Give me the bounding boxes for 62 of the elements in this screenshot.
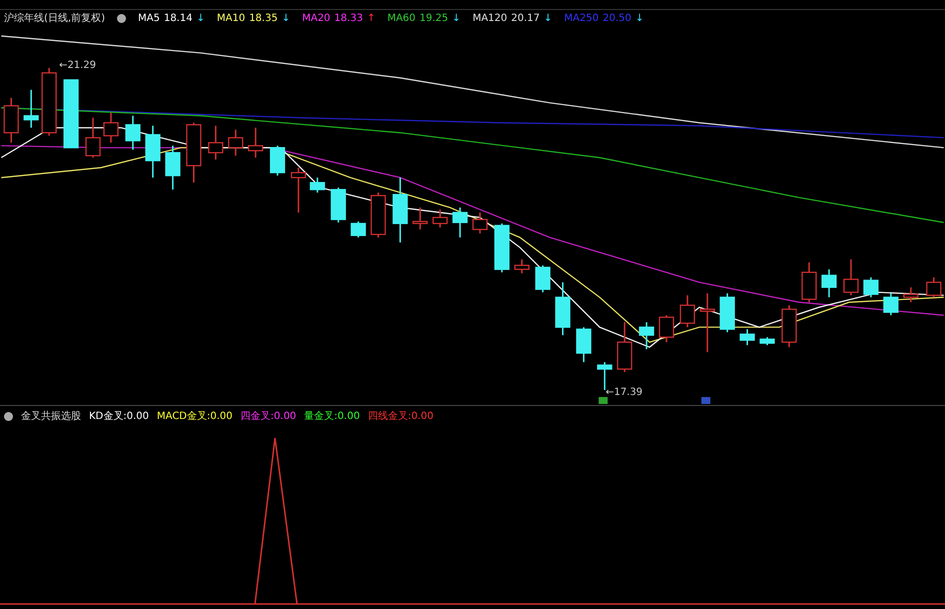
candlestick	[165, 146, 180, 190]
candlestick	[310, 178, 325, 193]
ma-legend-item: MA5 18.14 ↓	[138, 12, 205, 26]
candlestick	[392, 178, 408, 242]
candlestick	[680, 295, 696, 328]
candlestick	[350, 221, 366, 238]
candlestick	[535, 265, 550, 292]
candlestick	[883, 293, 898, 316]
candlestick	[638, 322, 654, 350]
settings-icon[interactable]	[4, 412, 13, 420]
indicator-legend-item: 四金叉:0.00	[240, 410, 296, 424]
indicator-legend-item: 四线金叉:0.00	[368, 410, 434, 424]
candlestick	[85, 118, 101, 158]
candlestick	[103, 112, 119, 143]
candlestick	[24, 90, 39, 128]
indicator-legend-item: 量金叉:0.00	[304, 410, 360, 424]
candlestick	[125, 116, 140, 150]
high-price-label: ←21.29	[59, 60, 96, 71]
candlestick	[903, 287, 918, 302]
candlestick	[208, 126, 224, 160]
candlestick	[494, 223, 510, 272]
candlestick	[145, 126, 160, 178]
candlestick	[863, 277, 879, 298]
candlestick	[740, 329, 755, 346]
candlestick	[42, 68, 57, 136]
candlestick	[248, 128, 264, 158]
candlestick	[432, 210, 448, 228]
candlestick	[228, 130, 244, 156]
ma-legend-item: MA250 20.50 ↓	[564, 12, 644, 26]
ma-legend-item: MA120 20.17 ↓	[472, 12, 552, 26]
candlestick	[617, 322, 632, 372]
ma-legend-item: MA60 19.25 ↓	[387, 12, 461, 26]
ma-legend-item: MA20 18.33 ↑	[302, 12, 376, 26]
chart-title: 沪综年线(日线,前复权)	[4, 12, 105, 26]
candlestick	[330, 188, 346, 222]
candlestick	[658, 315, 674, 342]
candlestick	[802, 262, 817, 302]
candlestick	[555, 282, 570, 336]
indicator-title: 金叉共振选股	[21, 410, 81, 424]
candlestick	[452, 208, 468, 238]
indicator-legend-item: MACD金叉:0.00	[156, 410, 233, 424]
candlestick	[290, 168, 306, 212]
candlestick	[926, 277, 942, 298]
candlestick	[782, 305, 797, 348]
candlestick	[514, 259, 530, 274]
ma-legend-item: MA10 18.35 ↓	[216, 12, 290, 26]
candlestick	[720, 293, 735, 332]
candlestick	[270, 146, 286, 176]
candlestick	[370, 192, 386, 238]
candlestick	[576, 327, 592, 362]
candlestick	[821, 269, 837, 298]
indicator-legend-item: KD金叉:0.00	[89, 410, 149, 424]
candlestick	[843, 259, 859, 296]
candlestick	[760, 337, 775, 346]
candlestick	[472, 212, 488, 234]
candlestick	[4, 98, 19, 143]
low-price-label: ←17.39	[606, 387, 643, 398]
candlestick	[186, 122, 202, 183]
candlestick	[63, 79, 79, 148]
candlestick	[412, 208, 428, 230]
candlestick	[700, 293, 715, 352]
settings-icon[interactable]	[116, 14, 126, 22]
